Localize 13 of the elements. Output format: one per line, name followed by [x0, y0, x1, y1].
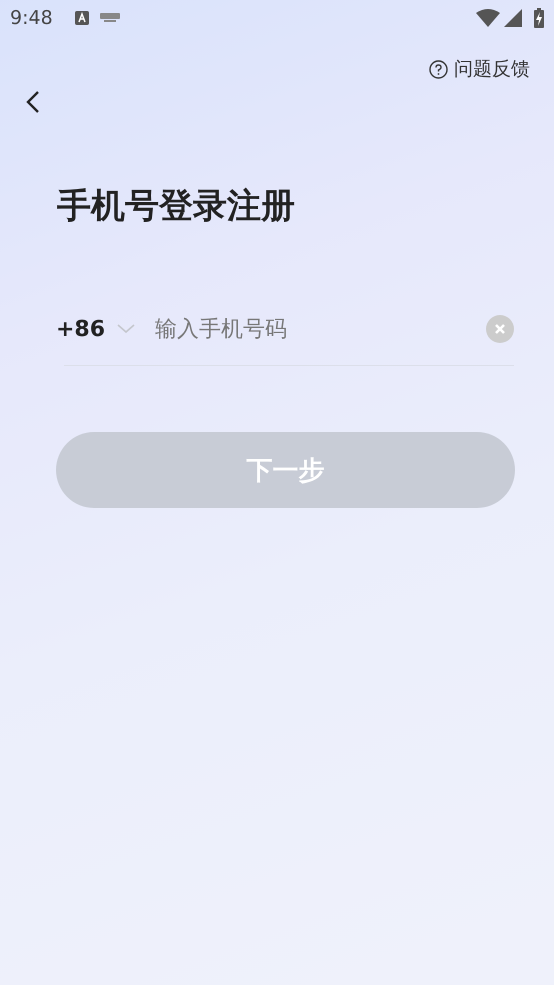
status-time: 9:48 [10, 7, 53, 29]
battery-charging-icon [534, 8, 544, 28]
keyboard-letter-icon [74, 11, 89, 25]
help-icon [429, 60, 448, 78]
wifi-icon [476, 9, 500, 27]
chevron-down-icon[interactable] [117, 324, 136, 334]
page-title: 手机号登录注册 [57, 185, 296, 228]
feedback-link[interactable]: 问题反馈 [429, 56, 530, 82]
country-code[interactable]: +86 [56, 316, 106, 342]
phone-input[interactable]: 输入手机号码 [153, 310, 486, 348]
clear-icon[interactable] [486, 315, 514, 343]
keyboard-icon [100, 13, 120, 23]
signal-icon [504, 9, 522, 27]
